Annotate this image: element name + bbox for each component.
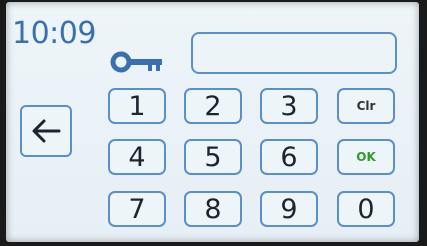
keypad-screen: 10:09 1 2 3 Clr 4 5 6 OK 7 8 9 0 [6, 2, 419, 242]
key-4[interactable]: 4 [108, 139, 166, 175]
pin-display-field[interactable] [191, 32, 397, 74]
back-button[interactable] [20, 105, 72, 157]
key-3[interactable]: 3 [260, 88, 318, 124]
clock-time: 10:09 [12, 16, 96, 51]
ok-button[interactable]: OK [337, 139, 395, 175]
key-2[interactable]: 2 [184, 88, 242, 124]
key-6[interactable]: 6 [260, 139, 318, 175]
key-icon [110, 51, 162, 73]
key-1[interactable]: 1 [108, 88, 166, 124]
key-5[interactable]: 5 [184, 139, 242, 175]
clear-button[interactable]: Clr [337, 88, 395, 124]
left-arrow-icon [32, 119, 61, 143]
key-9[interactable]: 9 [260, 191, 318, 227]
key-8[interactable]: 8 [184, 191, 242, 227]
key-0[interactable]: 0 [337, 191, 395, 227]
key-7[interactable]: 7 [108, 191, 166, 227]
